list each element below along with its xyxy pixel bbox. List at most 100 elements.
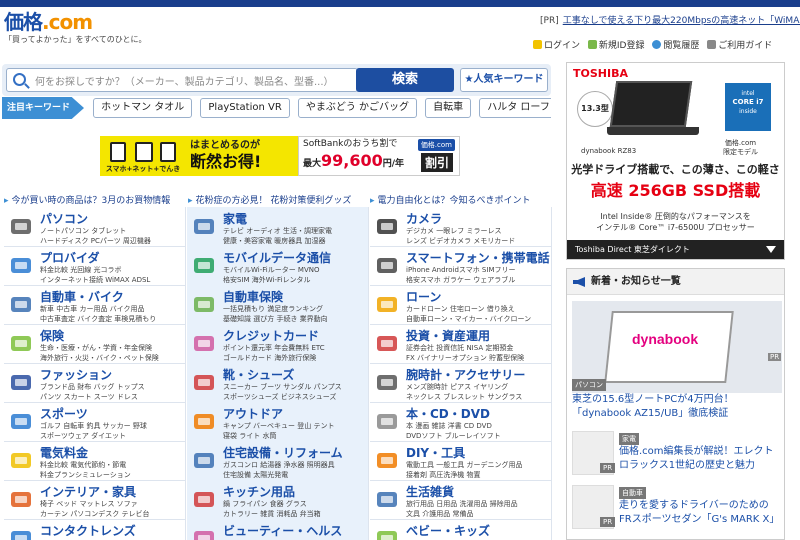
- category-title[interactable]: スマートフォン・携帯電話: [406, 249, 550, 266]
- category-subitems[interactable]: デジカメ 一眼レフ ミラーレス レンズ ビデオカメラ メモリカード: [406, 226, 550, 246]
- category-credit-card[interactable]: クレジットカード ポイント還元率 年会費無料 ETC ゴールドカード 海外旅行保険: [187, 324, 369, 364]
- category-chart[interactable]: 投資・資産運用 証券会社 投資信託 NISA 定期預金 FX バイナリーオプション …: [370, 324, 552, 364]
- pr-text[interactable]: 工事なしで使える下り最大220Mbpsの高速ネット「WiMAX」解説: [563, 16, 800, 26]
- category-shoe[interactable]: 靴・シューズ スニーカー ブーツ サンダル パンプス スポーツシューズ ビジネスシュ…: [187, 363, 369, 403]
- popular-keywords-button[interactable]: ★人気キーワード: [460, 68, 548, 92]
- search-button[interactable]: 検索: [356, 68, 454, 92]
- category-title[interactable]: 保険: [40, 327, 64, 344]
- keyword-chip[interactable]: 自転車: [425, 98, 472, 118]
- category-title[interactable]: パソコン: [40, 210, 88, 227]
- promo-link[interactable]: 今が買い時の商品は？3月のお買物情報: [4, 193, 171, 206]
- category-title[interactable]: 腕時計・アクセサリー: [406, 366, 525, 383]
- category-subitems[interactable]: キャンプ バーベキュー 登山 テント 寝袋 ライト 水筒: [223, 421, 367, 441]
- news-title[interactable]: 走りを愛するドライバーのためのFRスポーツセダン「G's MARK X」: [619, 499, 781, 527]
- category-title[interactable]: 電気料金: [40, 444, 88, 461]
- news-title[interactable]: 東芝の15.6型ノートPCが4万円台！「dynabook AZ15/UB」徹底検…: [572, 393, 780, 421]
- category-title[interactable]: カメラ: [406, 210, 442, 227]
- category-subitems[interactable]: iPhone Androidスマホ SIMフリー 格安スマホ ガラケー ウェアラブ…: [406, 265, 550, 285]
- category-title[interactable]: ベビー・キッズ: [406, 522, 490, 539]
- category-subitems[interactable]: スニーカー ブーツ サンダル パンプス スポーツシューズ ビジネスシューズ: [223, 382, 367, 402]
- category-disc[interactable]: 本・CD・DVD 本 漫画 雑誌 洋書 CD DVD DVDソフト ブルーレイソフト: [370, 402, 552, 442]
- category-title[interactable]: プロバイダ: [40, 249, 100, 266]
- category-title[interactable]: 生活雑貨: [406, 483, 454, 500]
- category-smartphone[interactable]: スマートフォン・携帯電話 iPhone Androidスマホ SIMフリー 格安スマ…: [370, 246, 552, 286]
- category-title[interactable]: アウトドア: [223, 405, 283, 422]
- category-subitems[interactable]: 証券会社 投資信託 NISA 定期預金 FX バイナリーオプション 貯蓄型保険: [406, 343, 550, 363]
- keyword-chip[interactable]: ホットマン タオル: [93, 98, 193, 118]
- category-title[interactable]: インテリア・家具: [40, 483, 136, 500]
- category-subitems[interactable]: カードローン 住宅ローン 借り換え 自動車ローン・マイカー・バイクローン: [406, 304, 550, 324]
- site-logo[interactable]: 価格.com 「買ってよかった」をすべてのひとに。: [4, 10, 146, 50]
- history-link[interactable]: 閲覧履歴: [652, 40, 699, 51]
- category-camera[interactable]: カメラ デジカメ 一眼レフ ミラーレス レンズ ビデオカメラ メモリカード: [370, 207, 552, 247]
- category-title[interactable]: 家電: [223, 210, 247, 227]
- category-bottle[interactable]: 生活雑貨 旅行用品 日用品 洗濯用品 掃除用品 文具 介護用品 常備品: [370, 480, 552, 520]
- category-title[interactable]: コンタクトレンズ: [40, 522, 136, 539]
- category-subitems[interactable]: ノートパソコン タブレット ハードディスク PCパーツ 周辺機器: [40, 226, 184, 246]
- category-watch[interactable]: 腕時計・アクセサリー メンズ腕時計 ピアス イヤリング ネックレス ブレスレット サ…: [370, 363, 552, 403]
- category-laptop[interactable]: パソコン ノートパソコン タブレット ハードディスク PCパーツ 周辺機器: [4, 207, 186, 247]
- category-globe[interactable]: プロバイダ 料金比較 光回線 光コラボ インターネット接続 WiMAX ADSL: [4, 246, 186, 286]
- category-bicycle[interactable]: スポーツ ゴルフ 自転車 釣具 サッカー 野球 スポーツウェア ダイエット: [4, 402, 186, 442]
- category-bulb[interactable]: 電気料金 料金比較 電気代節約・節電 料金プランシミュレーション: [4, 441, 186, 481]
- category-subitems[interactable]: ゴルフ 自転車 釣具 サッカー 野球 スポーツウェア ダイエット: [40, 421, 184, 441]
- category-subitems[interactable]: 料金比較 電気代節約・節電 料金プランシミュレーション: [40, 460, 184, 480]
- category-house[interactable]: 住宅設備・リフォーム ガスコンロ 給湯器 浄水器 照明器具 住宅設備 太陽光発電: [187, 441, 369, 481]
- guide-link[interactable]: ご利用ガイド: [707, 40, 772, 51]
- register-link[interactable]: 新規ID登録: [587, 40, 644, 51]
- category-title[interactable]: キッチン用品: [223, 483, 295, 500]
- category-title[interactable]: モバイルデータ通信: [223, 249, 331, 266]
- category-subitems[interactable]: 生命・医療・がん・学資・年金保険 海外旅行・火災・バイク・ペット保険: [40, 343, 184, 363]
- category-subitems[interactable]: ガスコンロ 給湯器 浄水器 照明器具 住宅設備 太陽光発電: [223, 460, 367, 480]
- category-subitems[interactable]: 新車 中古車 カー用品 バイク用品 中古車査定 バイク査定 車検見積もり: [40, 304, 184, 324]
- news-header[interactable]: 新着・お知らせ一覧: [567, 269, 784, 295]
- category-wifi[interactable]: モバイルデータ通信 モバイルWi-Fiルーター MVNO 格安SIM 海外Wi-Fi…: [187, 246, 369, 286]
- keyword-chip[interactable]: PlayStation VR: [200, 98, 290, 118]
- softbank-banner[interactable]: スマホ+ネット+でんき はまとめるのが 断然お得! 価格.com SoftBan…: [100, 136, 460, 176]
- keyword-chip[interactable]: やまぶどう かごバッグ: [297, 98, 418, 118]
- category-title[interactable]: クレジットカード: [223, 327, 319, 344]
- category-clover-leaf[interactable]: 自動車保険 一括見積もり 満足度ランキング 基礎知識 選び方 手続き 業界動向: [187, 285, 369, 325]
- category-clover[interactable]: 保険 生命・医療・がん・学資・年金保険 海外旅行・火災・バイク・ペット保険: [4, 324, 186, 364]
- category-subitems[interactable]: ポイント還元率 年会費無料 ETC ゴールドカード 海外旅行保険: [223, 343, 367, 363]
- search-input[interactable]: 何をお探しですか？（メーカー、製品カテゴリ、製品名、型番...）: [6, 68, 358, 92]
- category-pot[interactable]: キッチン用品鍋 フライパン 食器 グラス カトラリー 雑貨 消耗品 弁当箱: [187, 480, 369, 520]
- pr-link[interactable]: [PR] 工事なしで使える下り最大220Mbpsの高速ネット「WiMAX」解説: [540, 13, 800, 26]
- category-subitems[interactable]: テレビ オーディオ 生活・調理家電 健康・美容家電 暖房器具 加湿器: [223, 226, 367, 246]
- category-title[interactable]: 自動車保険: [223, 288, 283, 305]
- keyword-chip[interactable]: ハルタ ローファ: [479, 98, 551, 118]
- category-cosmetics[interactable]: ビューティー・ヘルス: [187, 519, 369, 540]
- category-title[interactable]: 靴・シューズ: [223, 366, 294, 383]
- category-drill[interactable]: DIY・工具 電動工具 一般工具 ガーデニング用品 接着剤 高圧洗浄機 物置: [370, 441, 552, 481]
- category-title[interactable]: ローン: [406, 288, 441, 305]
- category-chair[interactable]: インテリア・家具 椅子 ベッド マットレス ソファ カーテン パソコンデスク テレビ…: [4, 480, 186, 520]
- category-title[interactable]: 本・CD・DVD: [406, 405, 490, 422]
- news-title[interactable]: 価格.com編集長が解説！エレクトロラックス1世紀の歴史と魅力: [619, 445, 781, 473]
- category-shirt[interactable]: ファッション ブランド品 財布 バッグ トップス パンツ スカート スーツ ドレス: [4, 363, 186, 403]
- category-car[interactable]: 自動車・バイク 新車 中古車 カー用品 バイク用品 中古車査定 バイク査定 車検見積…: [4, 285, 186, 325]
- category-subitems[interactable]: 電動工具 一般工具 ガーデニング用品 接着剤 高圧洗浄機 物置: [406, 460, 550, 480]
- category-title[interactable]: ビューティー・ヘルス: [223, 522, 342, 539]
- category-subitems[interactable]: モバイルWi-Fiルーター MVNO 格安SIM 海外Wi-Fiレンタル: [223, 265, 367, 285]
- category-title[interactable]: スポーツ: [40, 405, 88, 422]
- category-lens[interactable]: コンタクトレンズ: [4, 519, 186, 540]
- category-tent[interactable]: アウトドア キャンプ バーベキュー 登山 テント 寝袋 ライト 水筒: [187, 402, 369, 442]
- category-subitems[interactable]: 椅子 ベッド マットレス ソファ カーテン パソコンデスク テレビ台: [40, 499, 184, 519]
- category-subitems[interactable]: 一括見積もり 満足度ランキング 基礎知識 選び方 手続き 業界動向: [223, 304, 367, 324]
- toshiba-ad[interactable]: TOSHIBA 13.3型 intel CORE i7 inside dynaboo…: [566, 62, 785, 260]
- category-subitems[interactable]: 料金比較 光回線 光コラボ インターネット接続 WiMAX ADSL: [40, 265, 184, 285]
- promo-link[interactable]: 電力自由化とは？今知るべきポイント: [370, 193, 531, 206]
- category-subitems[interactable]: 鍋 フライパン 食器 グラス カトラリー 雑貨 消耗品 弁当箱: [223, 499, 367, 519]
- promo-link[interactable]: 花粉症の方必見！ 花粉対策便利グッズ: [188, 193, 352, 206]
- category-baby[interactable]: ベビー・キッズ: [370, 519, 552, 540]
- category-title[interactable]: 自動車・バイク: [40, 288, 124, 305]
- category-title[interactable]: 住宅設備・リフォーム: [223, 444, 343, 461]
- category-subitems[interactable]: ブランド品 財布 バッグ トップス パンツ スカート スーツ ドレス: [40, 382, 184, 402]
- category-appliance[interactable]: 家電 テレビ オーディオ 生活・調理家電 健康・美容家電 暖房器具 加湿器: [187, 207, 369, 247]
- category-title[interactable]: DIY・工具: [406, 444, 465, 461]
- category-subitems[interactable]: 本 漫画 雑誌 洋書 CD DVD DVDソフト ブルーレイソフト: [406, 421, 550, 441]
- category-title[interactable]: ファッション: [40, 366, 112, 383]
- category-coins[interactable]: ローン カードローン 住宅ローン 借り換え 自動車ローン・マイカー・バイクローン: [370, 285, 552, 325]
- category-subitems[interactable]: 旅行用品 日用品 洗濯用品 掃除用品 文具 介護用品 常備品: [406, 499, 550, 519]
- category-subitems[interactable]: メンズ腕時計 ピアス イヤリング ネックレス ブレスレット サングラス: [406, 382, 550, 402]
